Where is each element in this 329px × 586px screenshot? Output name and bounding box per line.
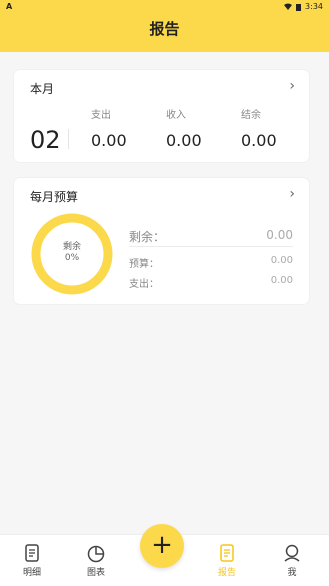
- detail-icon: [25, 544, 39, 562]
- add-record-button[interactable]: +: [140, 524, 184, 568]
- remaining-label: 剩余：: [129, 230, 166, 244]
- status-time: 3:34: [305, 2, 323, 11]
- wifi-icon: [284, 3, 293, 10]
- tab-report[interactable]: 报告: [197, 535, 257, 578]
- tab-me-label: 我: [287, 568, 297, 578]
- ring-percent: 0%: [64, 253, 80, 263]
- chevron-right-icon[interactable]: ›: [289, 186, 295, 202]
- chevron-right-icon[interactable]: ›: [289, 78, 295, 94]
- status-app-indicator: A: [6, 2, 13, 11]
- month-summary-card[interactable]: 本月 › 02 支出 0.00 收入 0.00 结余 0.00: [14, 70, 309, 162]
- battery-icon: [296, 3, 302, 11]
- ring-label: 剩余 0%: [30, 242, 114, 264]
- divider: [68, 129, 69, 149]
- tab-detail-label: 明细: [22, 568, 41, 578]
- budget-expense-value: 0.00: [270, 275, 293, 286]
- page-title: 报告: [149, 20, 180, 38]
- budget-expense-label: 支出：: [129, 279, 159, 290]
- expense-label: 支出: [91, 110, 111, 121]
- divider: [129, 246, 293, 247]
- month-card-title: 本月: [30, 82, 55, 96]
- status-bar: A 3:34: [0, 0, 329, 13]
- balance-value: 0.00: [241, 131, 277, 150]
- income-label: 收入: [166, 110, 186, 121]
- chart-icon: [87, 545, 105, 563]
- user-icon: [284, 544, 300, 562]
- header-bar: A 3:34 报告: [0, 0, 329, 52]
- status-right: 3:34: [284, 2, 323, 11]
- remaining-value: 0.00: [266, 228, 293, 242]
- report-icon: [220, 544, 234, 562]
- balance-label: 结余: [241, 110, 261, 121]
- tab-report-label: 报告: [217, 568, 236, 578]
- budget-value: 0.00: [270, 255, 293, 266]
- tab-chart-label: 图表: [86, 568, 105, 578]
- budget-label: 预算：: [129, 259, 159, 270]
- tab-detail[interactable]: 明细: [2, 535, 62, 578]
- tab-chart[interactable]: 图表: [66, 535, 126, 578]
- current-day: 02: [30, 126, 61, 154]
- income-value: 0.00: [166, 131, 202, 150]
- budget-card-title: 每月预算: [30, 190, 79, 204]
- ring-remaining-label: 剩余: [62, 242, 81, 252]
- monthly-budget-card[interactable]: 每月预算 › 剩余 0% 剩余： 0.00 预算： 0.00 支出： 0.00: [14, 178, 309, 304]
- expense-value: 0.00: [91, 131, 127, 150]
- tab-me[interactable]: 我: [262, 535, 322, 578]
